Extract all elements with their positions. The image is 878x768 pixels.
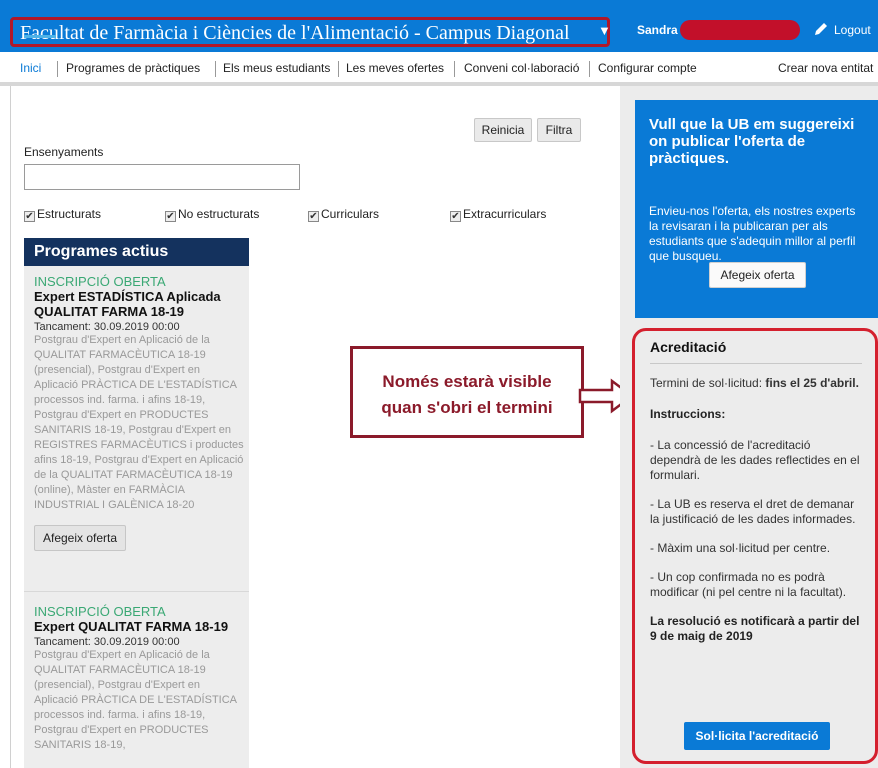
filter-button[interactable]: Filtra	[537, 118, 581, 142]
nav-programes[interactable]: Programes de pràctiques	[66, 61, 200, 75]
nav-crear-entitat[interactable]: Crear nova entitat	[778, 61, 873, 75]
instructions-title: Instruccions:	[650, 407, 726, 421]
check-no-estructurats[interactable]: ✔ No estructurats	[165, 207, 259, 222]
callout-line: quan s'obri el termini	[381, 398, 553, 417]
suggest-add-offer-button[interactable]: Afegeix oferta	[709, 262, 806, 288]
suggest-offer-box: Vull que la UB em suggereixi on publicar…	[635, 100, 878, 318]
accreditation-rule: - La UB es reserva el dret de demanar la…	[650, 497, 856, 526]
check-curriculars[interactable]: ✔ Curriculars	[308, 207, 379, 222]
logout-link[interactable]: Logout	[834, 23, 871, 37]
program-name[interactable]: Expert ESTADÍSTICA Aplicada QUALITAT FAR…	[34, 289, 244, 319]
suggest-body: Envieu-nos l'oferta, els nostres experts…	[649, 204, 856, 263]
nav-separator	[454, 61, 455, 77]
program-closing: Tancament: 30.09.2019 00:00	[34, 321, 180, 333]
pencil-icon[interactable]	[812, 20, 830, 38]
callout-line: Només estarà visible	[382, 372, 552, 391]
check-label: Curriculars	[321, 207, 380, 221]
program-description: Postgrau d'Expert en Aplicació de la QUA…	[34, 649, 237, 751]
redacted-user-info	[680, 20, 800, 40]
accreditation-panel: Acreditació Termini de sol·licitud: fins…	[650, 334, 862, 750]
faculty-title: Facultat de Farmàcia i Ciències de l'Ali…	[20, 22, 570, 44]
programs-header: Programes actius	[24, 238, 249, 266]
term-prefix: Termini de sol·licitud:	[650, 376, 766, 390]
program-card: INSCRIPCIÓ OBERTA Expert QUALITAT FARMA …	[34, 604, 244, 753]
nav-separator	[57, 61, 58, 77]
callout-text: Només estarà visible quan s'obri el term…	[353, 369, 581, 421]
program-closing: Tancament: 30.09.2019 00:00	[34, 636, 180, 648]
request-accreditation-button[interactable]: Sol·licita l'acreditació	[684, 722, 830, 750]
check-label: No estructurats	[178, 207, 260, 221]
nav-configurar[interactable]: Configurar compte	[598, 61, 697, 75]
main-nav: Inici Programes de pràctiques Els meus e…	[0, 52, 878, 86]
accreditation-resolution: La resolució es notificarà a partir del …	[650, 614, 860, 643]
divider	[24, 591, 249, 592]
check-estructurats[interactable]: ✔ Estructurats	[24, 207, 101, 222]
program-card: INSCRIPCIÓ OBERTA Expert ESTADÍSTICA Apl…	[34, 274, 244, 551]
accreditation-rule: - Un cop confirmada no es podrà modifica…	[650, 570, 847, 599]
program-name[interactable]: Expert QUALITAT FARMA 18-19	[34, 619, 244, 634]
program-status: INSCRIPCIÓ OBERTA	[34, 604, 166, 619]
accreditation-rule: - Màxim una sol·licitud per centre.	[650, 541, 831, 555]
program-status: INSCRIPCIÓ OBERTA	[34, 274, 166, 289]
check-label: Extracurriculars	[463, 207, 547, 221]
checkbox-checked-icon[interactable]: ✔	[165, 211, 176, 222]
ensenyaments-label: Ensenyaments	[24, 145, 104, 159]
checkbox-checked-icon[interactable]: ✔	[24, 211, 35, 222]
suggest-heading: Vull que la UB em suggereixi on publicar…	[649, 116, 855, 167]
term-deadline: fins el 25 d'abril.	[765, 376, 859, 390]
nav-separator	[215, 61, 216, 77]
annotation-callout: Només estarà visible quan s'obri el term…	[350, 346, 584, 438]
program-description: Postgrau d'Expert en Aplicació de la QUA…	[34, 334, 244, 511]
reset-button[interactable]: Reinicia	[474, 118, 532, 142]
accreditation-title: Acreditació	[650, 340, 862, 364]
checkbox-checked-icon[interactable]: ✔	[450, 211, 461, 222]
accreditation-rule: - La concessió de l'acreditació dependrà…	[650, 438, 860, 482]
check-extracurriculars[interactable]: ✔ Extracurriculars	[450, 207, 546, 222]
top-header: Facultat de Farmàcia i Ciències de l'Ali…	[0, 0, 878, 52]
caret-down-icon[interactable]: ▼	[598, 23, 611, 38]
checkbox-checked-icon[interactable]: ✔	[308, 211, 319, 222]
active-programs-panel: Programes actius INSCRIPCIÓ OBERTA Exper…	[24, 238, 249, 768]
nav-estudiants[interactable]: Els meus estudiants	[223, 61, 330, 75]
nav-conveni[interactable]: Conveni col·laboració	[464, 61, 579, 75]
accreditation-term: Termini de sol·licitud: fins el 25 d'abr…	[650, 376, 862, 391]
user-name: Sandra	[637, 23, 678, 37]
add-offer-button[interactable]: Afegeix oferta	[34, 525, 127, 551]
nav-separator	[589, 61, 590, 77]
content-border	[10, 86, 11, 768]
nav-inici[interactable]: Inici	[20, 61, 41, 75]
active-tab-indicator	[24, 35, 56, 38]
check-label: Estructurats	[37, 207, 102, 221]
ensenyaments-input[interactable]	[24, 164, 300, 190]
nav-separator	[338, 61, 339, 77]
nav-ofertes[interactable]: Les meves ofertes	[346, 61, 444, 75]
faculty-selector[interactable]: Facultat de Farmàcia i Ciències de l'Ali…	[10, 17, 611, 47]
